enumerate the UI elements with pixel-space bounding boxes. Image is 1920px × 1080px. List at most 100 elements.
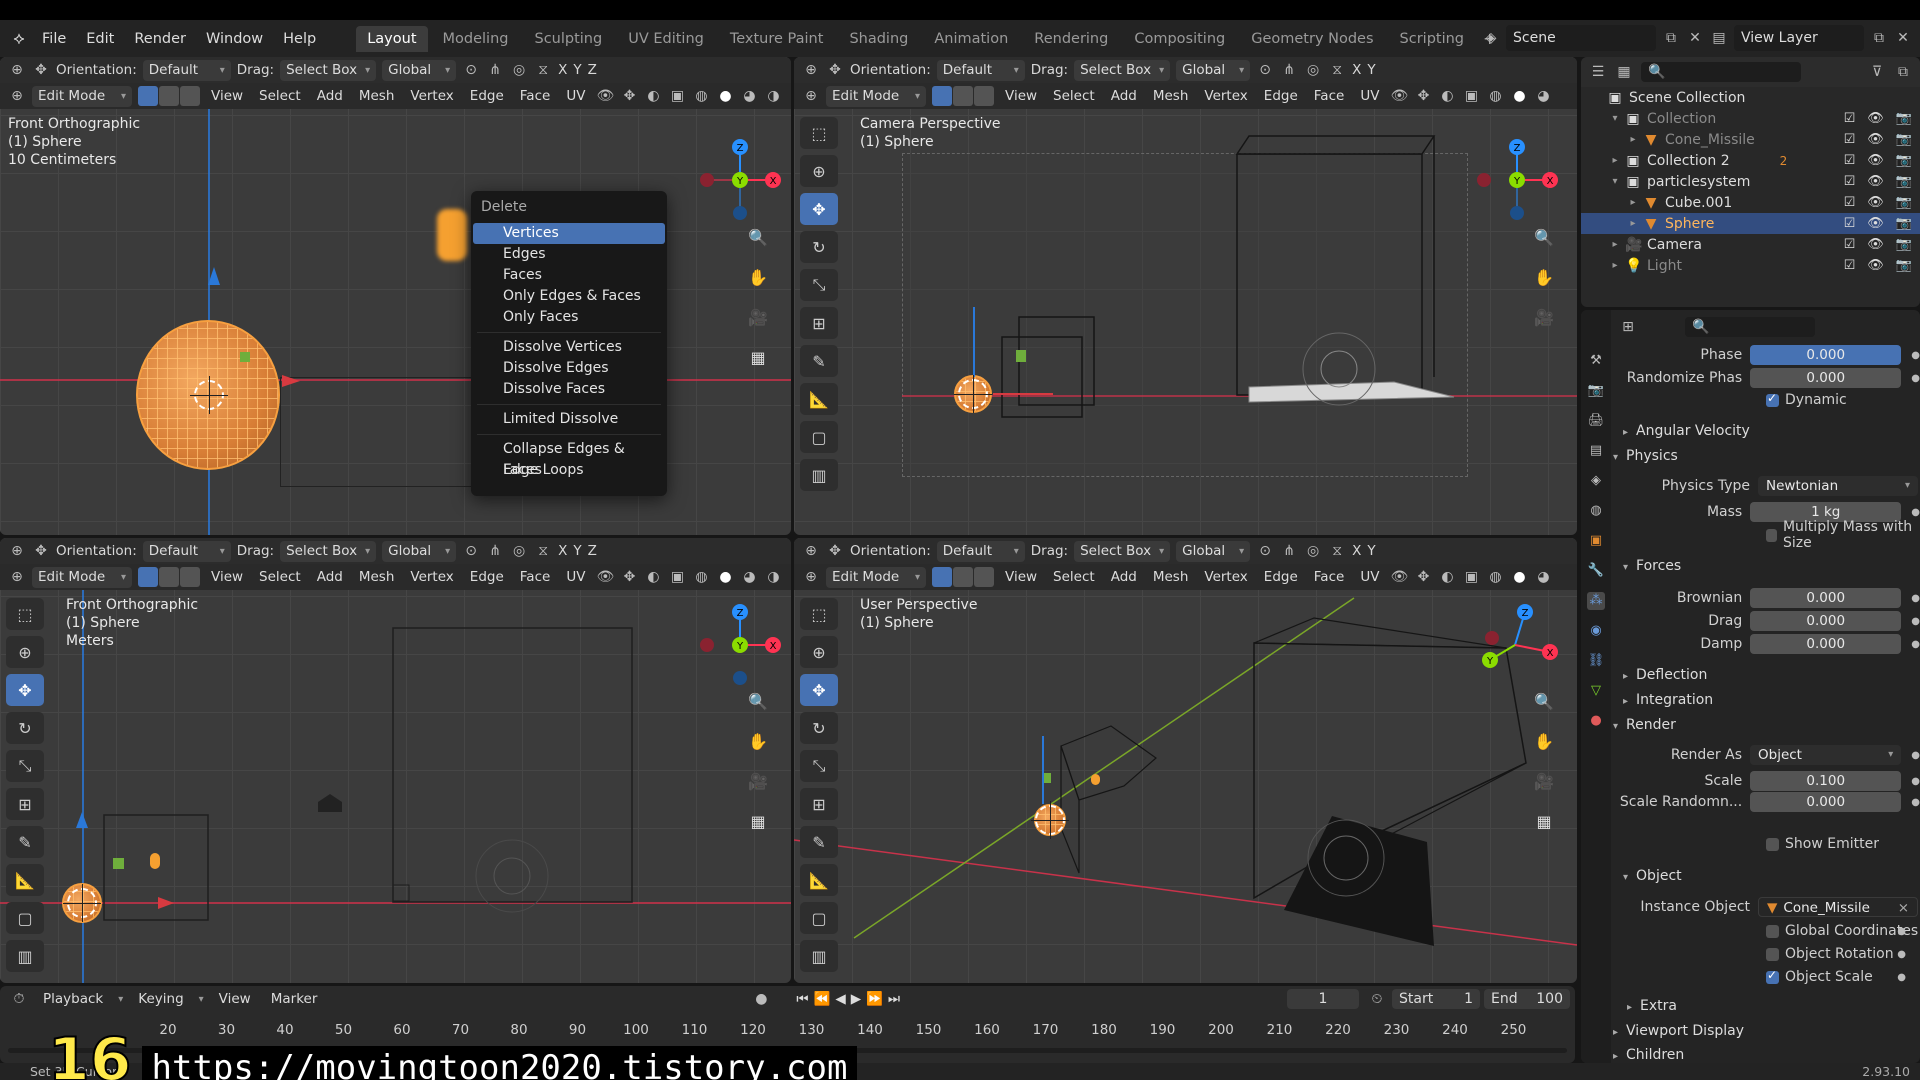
keyframe-dot-icon[interactable]: ● xyxy=(1911,797,1920,808)
frame-ruler[interactable]: 20 30 40 50 60 70 80 90 100 110 120 130 140 150 160 170… xyxy=(0,1022,1575,1042)
render-as-dropdown[interactable]: Object ▾ xyxy=(1750,745,1902,765)
checkbox-icon[interactable]: ☑ xyxy=(1844,195,1856,210)
mirror-icon[interactable]: ⧖ xyxy=(534,542,552,560)
select-box-tool-icon[interactable]: ⬚ xyxy=(800,117,838,149)
expand-arrow-icon[interactable]: ▸ xyxy=(1609,239,1621,250)
eye-icon[interactable]: 👁 xyxy=(1867,195,1884,210)
visibility-icon[interactable]: 👁 xyxy=(596,87,615,105)
transform-tool-icon[interactable]: ⊞ xyxy=(6,788,44,820)
select-mode-toggle[interactable] xyxy=(932,567,994,587)
menu-edge[interactable]: Edge xyxy=(465,569,509,585)
outliner-row[interactable]: ▸ ▼ Sphere ☑ 👁 📷 xyxy=(1581,213,1920,234)
3d-cursor[interactable] xyxy=(63,884,101,922)
axis-y-toggle[interactable]: Y xyxy=(1367,543,1375,559)
collapse-edges-faces-item[interactable]: Collapse Edges & Faces xyxy=(473,439,665,478)
angular-velocity-section[interactable]: ▸ Angular Velocity xyxy=(1623,423,1750,439)
keyframe-dot-icon[interactable]: ● xyxy=(1911,507,1920,518)
select-box-tool-icon[interactable]: ⬚ xyxy=(6,598,44,630)
delete-edges-item[interactable]: Edges xyxy=(473,244,665,265)
visibility-icon[interactable]: 👁 xyxy=(1390,568,1409,586)
delete-faces-item[interactable]: Faces xyxy=(473,265,665,286)
camera-view-icon[interactable]: 🎥 xyxy=(1529,302,1559,332)
add-cube-tool-icon[interactable]: ▢ xyxy=(6,902,44,934)
tab-uv-editing[interactable]: UV Editing xyxy=(617,26,715,52)
camera-view-icon[interactable]: 🎥 xyxy=(743,766,773,796)
object-section[interactable]: ▾ Object xyxy=(1623,868,1682,884)
outliner-row[interactable]: ▸ 💡 Light ☑ 👁 📷 xyxy=(1581,255,1920,276)
menu-vertex[interactable]: Vertex xyxy=(1199,569,1252,585)
mode-dropdown[interactable]: Edit Mode ▾ xyxy=(32,566,132,588)
transform-tool-icon[interactable]: ⊞ xyxy=(800,307,838,339)
scale-field[interactable]: 0.100 xyxy=(1750,771,1902,791)
wireframe-shading-icon[interactable]: ◍ xyxy=(692,87,710,105)
pan-hand-icon[interactable]: ✋ xyxy=(1529,262,1559,292)
material-shading-icon[interactable]: ◕ xyxy=(740,87,758,105)
menu-face[interactable]: Face xyxy=(1309,88,1350,104)
editor-type-icon[interactable]: ⊕ xyxy=(802,568,820,586)
camera-render-icon[interactable]: 📷 xyxy=(1896,153,1912,168)
solid-shading-icon[interactable]: ● xyxy=(716,568,734,586)
material-shading-icon[interactable]: ◕ xyxy=(1534,87,1552,105)
keyframe-dot-icon[interactable]: ● xyxy=(1897,949,1906,960)
menu-keying[interactable]: Keying xyxy=(133,991,188,1007)
delete-view-layer-icon[interactable]: ✕ xyxy=(1894,29,1912,47)
tab-animation[interactable]: Animation xyxy=(923,26,1019,52)
xray-icon[interactable]: ▣ xyxy=(668,87,686,105)
solid-shading-icon[interactable]: ● xyxy=(716,87,734,105)
material-shading-icon[interactable]: ◕ xyxy=(740,568,758,586)
rotate-tool-icon[interactable]: ↻ xyxy=(800,712,838,744)
scene-tab-icon[interactable]: ◈ xyxy=(1587,472,1605,490)
delete-only-edges-faces-item[interactable]: Only Edges & Faces xyxy=(473,286,665,307)
current-frame-field[interactable]: 1 xyxy=(1287,989,1359,1009)
axis-x-toggle[interactable]: X xyxy=(1352,543,1361,559)
tab-shading[interactable]: Shading xyxy=(838,26,919,52)
forces-section[interactable]: ▾ Forces xyxy=(1623,558,1681,574)
drag-dropdown[interactable]: Select Box ▾ xyxy=(280,540,377,562)
tab-compositing[interactable]: Compositing xyxy=(1123,26,1236,52)
select-mode-toggle[interactable] xyxy=(138,567,200,587)
transform-orientation-dropdown[interactable]: Global ▾ xyxy=(1176,540,1251,562)
proportional-edit-icon[interactable]: ◎ xyxy=(510,61,528,79)
menu-select[interactable]: Select xyxy=(254,88,306,104)
dissolve-edges-item[interactable]: Dissolve Edges xyxy=(473,358,665,379)
checkbox-icon[interactable]: ☑ xyxy=(1844,216,1856,231)
pivot-icon[interactable]: ⊙ xyxy=(462,542,480,560)
menu-edge[interactable]: Edge xyxy=(1259,88,1303,104)
record-icon[interactable]: ● xyxy=(752,990,770,1008)
proportional-edit-icon[interactable]: ◎ xyxy=(510,542,528,560)
menu-window[interactable]: Window xyxy=(198,28,271,50)
orientation-dropdown[interactable]: Default ▾ xyxy=(936,59,1025,81)
checkbox-icon[interactable]: ☑ xyxy=(1844,111,1856,126)
cursor-tool-icon[interactable]: ⊕ xyxy=(800,636,838,668)
rendered-shading-icon[interactable]: ◑ xyxy=(764,568,782,586)
pivot-icon[interactable]: ⊙ xyxy=(1256,542,1274,560)
editor-type-icon[interactable]: ⏱ xyxy=(10,990,28,1008)
material-tab-icon[interactable]: ● xyxy=(1587,712,1605,730)
particles-tab-icon[interactable]: ⁂ xyxy=(1587,592,1605,610)
randomize-phase-field[interactable]: 0.000 xyxy=(1750,368,1902,388)
edge-loops-item[interactable]: Edge Loops xyxy=(473,460,665,481)
axis-y-toggle[interactable]: Y xyxy=(573,543,581,559)
menu-uv[interactable]: UV xyxy=(561,88,590,104)
checkbox-icon[interactable]: ☑ xyxy=(1844,132,1856,147)
camera-render-icon[interactable]: 📷 xyxy=(1896,258,1912,273)
menu-edit[interactable]: Edit xyxy=(78,28,122,50)
outliner-row[interactable]: ▸ ▣ Collection 2 2 ☑ 👁 📷 xyxy=(1581,150,1920,171)
drag-dropdown[interactable]: Select Box ▾ xyxy=(280,59,377,81)
axis-x-toggle[interactable]: X xyxy=(558,62,567,78)
expand-arrow-icon[interactable]: ▸ xyxy=(1627,197,1639,208)
material-shading-icon[interactable]: ◕ xyxy=(1534,568,1552,586)
menu-file[interactable]: File xyxy=(34,28,74,50)
select-mode-toggle[interactable] xyxy=(932,86,994,106)
clock-icon[interactable]: ⏲ xyxy=(1368,990,1386,1008)
mode-dropdown[interactable]: Edit Mode ▾ xyxy=(826,85,926,107)
transform-orientation-dropdown[interactable]: Global ▾ xyxy=(382,540,457,562)
camera-render-icon[interactable]: 📷 xyxy=(1896,237,1912,252)
annotate-tool-icon[interactable]: ✎ xyxy=(6,826,44,858)
editor-type-icon[interactable]: ⊕ xyxy=(8,568,26,586)
overlay-icon[interactable]: ◐ xyxy=(644,87,662,105)
proportional-edit-icon[interactable]: ◎ xyxy=(1304,61,1322,79)
axis-x-toggle[interactable]: X xyxy=(558,543,567,559)
gizmo-icon[interactable]: ✥ xyxy=(620,87,638,105)
expand-arrow-icon[interactable]: ▸ xyxy=(1627,134,1639,145)
